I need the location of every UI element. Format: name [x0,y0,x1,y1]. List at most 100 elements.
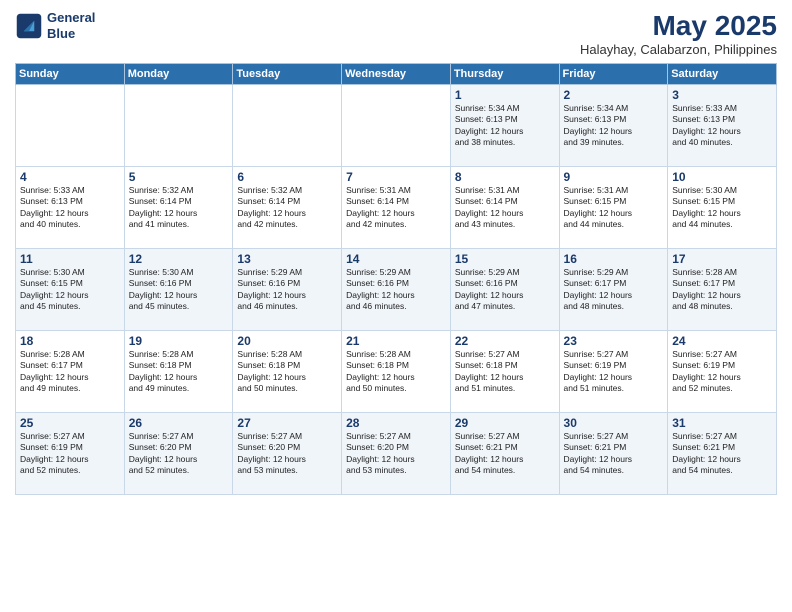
day-info: Sunrise: 5:29 AM Sunset: 6:16 PM Dayligh… [455,267,555,313]
day-number: 4 [20,170,120,184]
day-number: 19 [129,334,229,348]
day-cell-2-6: 17Sunrise: 5:28 AM Sunset: 6:17 PM Dayli… [668,249,777,331]
day-number: 1 [455,88,555,102]
day-info: Sunrise: 5:27 AM Sunset: 6:20 PM Dayligh… [129,431,229,477]
day-info: Sunrise: 5:27 AM Sunset: 6:20 PM Dayligh… [346,431,446,477]
week-row-5: 25Sunrise: 5:27 AM Sunset: 6:19 PM Dayli… [16,413,777,495]
day-info: Sunrise: 5:33 AM Sunset: 6:13 PM Dayligh… [672,103,772,149]
location-subtitle: Halayhay, Calabarzon, Philippines [580,42,777,57]
logo: General Blue [15,10,95,41]
day-cell-3-3: 21Sunrise: 5:28 AM Sunset: 6:18 PM Dayli… [342,331,451,413]
day-number: 18 [20,334,120,348]
day-number: 6 [237,170,337,184]
month-year-title: May 2025 [580,10,777,42]
col-friday: Friday [559,64,668,85]
col-tuesday: Tuesday [233,64,342,85]
day-info: Sunrise: 5:30 AM Sunset: 6:15 PM Dayligh… [20,267,120,313]
calendar-body: 1Sunrise: 5:34 AM Sunset: 6:13 PM Daylig… [16,85,777,495]
day-number: 14 [346,252,446,266]
day-info: Sunrise: 5:32 AM Sunset: 6:14 PM Dayligh… [237,185,337,231]
day-number: 25 [20,416,120,430]
day-number: 16 [564,252,664,266]
day-info: Sunrise: 5:28 AM Sunset: 6:18 PM Dayligh… [237,349,337,395]
day-info: Sunrise: 5:31 AM Sunset: 6:14 PM Dayligh… [346,185,446,231]
day-number: 17 [672,252,772,266]
day-cell-0-0 [16,85,125,167]
day-number: 24 [672,334,772,348]
week-row-4: 18Sunrise: 5:28 AM Sunset: 6:17 PM Dayli… [16,331,777,413]
day-number: 12 [129,252,229,266]
day-cell-0-4: 1Sunrise: 5:34 AM Sunset: 6:13 PM Daylig… [450,85,559,167]
day-cell-2-0: 11Sunrise: 5:30 AM Sunset: 6:15 PM Dayli… [16,249,125,331]
day-number: 15 [455,252,555,266]
day-cell-2-1: 12Sunrise: 5:30 AM Sunset: 6:16 PM Dayli… [124,249,233,331]
day-header-row: Sunday Monday Tuesday Wednesday Thursday… [16,64,777,85]
day-cell-1-1: 5Sunrise: 5:32 AM Sunset: 6:14 PM Daylig… [124,167,233,249]
header: General Blue May 2025 Halayhay, Calabarz… [15,10,777,57]
day-cell-0-1 [124,85,233,167]
col-monday: Monday [124,64,233,85]
day-number: 13 [237,252,337,266]
calendar-table: Sunday Monday Tuesday Wednesday Thursday… [15,63,777,495]
day-number: 21 [346,334,446,348]
day-cell-4-5: 30Sunrise: 5:27 AM Sunset: 6:21 PM Dayli… [559,413,668,495]
logo-line2: Blue [47,26,75,41]
day-cell-2-3: 14Sunrise: 5:29 AM Sunset: 6:16 PM Dayli… [342,249,451,331]
day-cell-3-4: 22Sunrise: 5:27 AM Sunset: 6:18 PM Dayli… [450,331,559,413]
day-info: Sunrise: 5:28 AM Sunset: 6:18 PM Dayligh… [346,349,446,395]
day-info: Sunrise: 5:31 AM Sunset: 6:14 PM Dayligh… [455,185,555,231]
day-number: 5 [129,170,229,184]
day-info: Sunrise: 5:27 AM Sunset: 6:21 PM Dayligh… [564,431,664,477]
day-cell-4-3: 28Sunrise: 5:27 AM Sunset: 6:20 PM Dayli… [342,413,451,495]
calendar-header: Sunday Monday Tuesday Wednesday Thursday… [16,64,777,85]
title-block: May 2025 Halayhay, Calabarzon, Philippin… [580,10,777,57]
week-row-1: 1Sunrise: 5:34 AM Sunset: 6:13 PM Daylig… [16,85,777,167]
day-number: 2 [564,88,664,102]
day-info: Sunrise: 5:29 AM Sunset: 6:16 PM Dayligh… [346,267,446,313]
day-cell-0-6: 3Sunrise: 5:33 AM Sunset: 6:13 PM Daylig… [668,85,777,167]
day-cell-0-5: 2Sunrise: 5:34 AM Sunset: 6:13 PM Daylig… [559,85,668,167]
day-info: Sunrise: 5:27 AM Sunset: 6:21 PM Dayligh… [672,431,772,477]
day-cell-4-2: 27Sunrise: 5:27 AM Sunset: 6:20 PM Dayli… [233,413,342,495]
day-number: 28 [346,416,446,430]
day-info: Sunrise: 5:27 AM Sunset: 6:18 PM Dayligh… [455,349,555,395]
day-cell-4-6: 31Sunrise: 5:27 AM Sunset: 6:21 PM Dayli… [668,413,777,495]
day-number: 29 [455,416,555,430]
week-row-3: 11Sunrise: 5:30 AM Sunset: 6:15 PM Dayli… [16,249,777,331]
week-row-2: 4Sunrise: 5:33 AM Sunset: 6:13 PM Daylig… [16,167,777,249]
day-cell-2-4: 15Sunrise: 5:29 AM Sunset: 6:16 PM Dayli… [450,249,559,331]
day-cell-2-5: 16Sunrise: 5:29 AM Sunset: 6:17 PM Dayli… [559,249,668,331]
day-number: 9 [564,170,664,184]
day-cell-1-0: 4Sunrise: 5:33 AM Sunset: 6:13 PM Daylig… [16,167,125,249]
day-cell-4-1: 26Sunrise: 5:27 AM Sunset: 6:20 PM Dayli… [124,413,233,495]
logo-icon [15,12,43,40]
col-sunday: Sunday [16,64,125,85]
day-cell-3-6: 24Sunrise: 5:27 AM Sunset: 6:19 PM Dayli… [668,331,777,413]
day-number: 30 [564,416,664,430]
col-thursday: Thursday [450,64,559,85]
col-wednesday: Wednesday [342,64,451,85]
day-info: Sunrise: 5:27 AM Sunset: 6:19 PM Dayligh… [564,349,664,395]
day-info: Sunrise: 5:30 AM Sunset: 6:15 PM Dayligh… [672,185,772,231]
day-number: 20 [237,334,337,348]
day-info: Sunrise: 5:27 AM Sunset: 6:20 PM Dayligh… [237,431,337,477]
day-cell-1-2: 6Sunrise: 5:32 AM Sunset: 6:14 PM Daylig… [233,167,342,249]
day-cell-4-0: 25Sunrise: 5:27 AM Sunset: 6:19 PM Dayli… [16,413,125,495]
day-info: Sunrise: 5:34 AM Sunset: 6:13 PM Dayligh… [455,103,555,149]
day-info: Sunrise: 5:27 AM Sunset: 6:19 PM Dayligh… [20,431,120,477]
day-cell-1-4: 8Sunrise: 5:31 AM Sunset: 6:14 PM Daylig… [450,167,559,249]
day-info: Sunrise: 5:27 AM Sunset: 6:19 PM Dayligh… [672,349,772,395]
day-info: Sunrise: 5:28 AM Sunset: 6:17 PM Dayligh… [20,349,120,395]
col-saturday: Saturday [668,64,777,85]
day-number: 3 [672,88,772,102]
day-number: 7 [346,170,446,184]
day-info: Sunrise: 5:28 AM Sunset: 6:18 PM Dayligh… [129,349,229,395]
day-info: Sunrise: 5:31 AM Sunset: 6:15 PM Dayligh… [564,185,664,231]
day-cell-0-3 [342,85,451,167]
day-info: Sunrise: 5:33 AM Sunset: 6:13 PM Dayligh… [20,185,120,231]
day-number: 27 [237,416,337,430]
day-info: Sunrise: 5:29 AM Sunset: 6:17 PM Dayligh… [564,267,664,313]
day-cell-1-6: 10Sunrise: 5:30 AM Sunset: 6:15 PM Dayli… [668,167,777,249]
day-cell-3-2: 20Sunrise: 5:28 AM Sunset: 6:18 PM Dayli… [233,331,342,413]
day-number: 11 [20,252,120,266]
